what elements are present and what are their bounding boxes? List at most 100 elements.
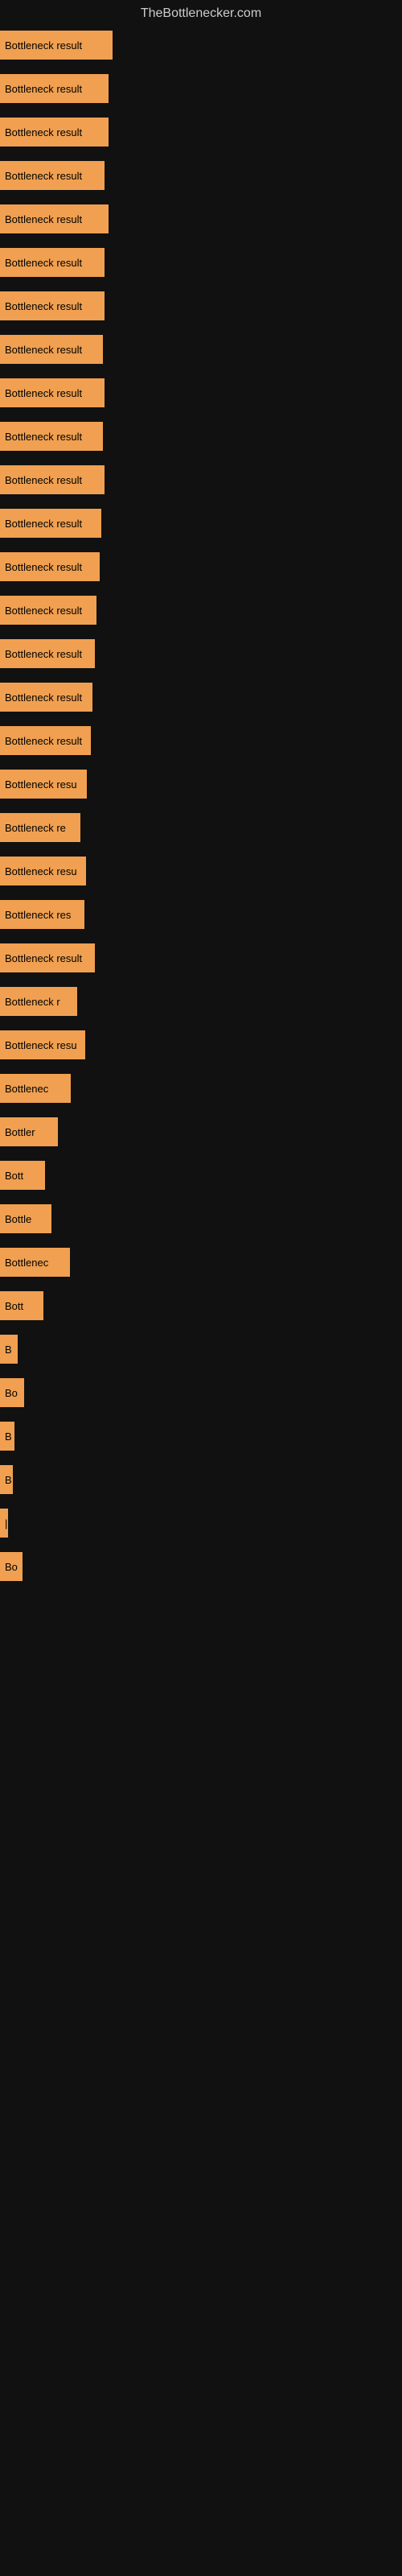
bar-row: Bott	[0, 1285, 402, 1327]
bar-row: Bottleneck result	[0, 242, 402, 283]
bottleneck-bar: Bottleneck result	[0, 683, 92, 712]
bar-label: Bott	[5, 1170, 23, 1182]
bottleneck-bar: Bottler	[0, 1117, 58, 1146]
bottleneck-bar: Bottlenec	[0, 1074, 71, 1103]
bottleneck-bar: Bottleneck result	[0, 596, 96, 625]
bar-row: Bottleneck result	[0, 155, 402, 196]
bar-row: B	[0, 1415, 402, 1457]
bottleneck-bar: Bottleneck resu	[0, 770, 87, 799]
bar-label: Bottleneck result	[5, 39, 82, 52]
bar-label: Bottleneck result	[5, 257, 82, 269]
bar-label: Bottleneck result	[5, 83, 82, 95]
bar-row: Bottleneck result	[0, 720, 402, 762]
bottleneck-bar: B	[0, 1422, 14, 1451]
bar-label: Bottleneck res	[5, 909, 71, 921]
bar-label: Bottler	[5, 1126, 35, 1138]
bottleneck-bar: Bottleneck r	[0, 987, 77, 1016]
bar-label: Bottleneck result	[5, 735, 82, 747]
bar-row: Bottleneck resu	[0, 763, 402, 805]
bottleneck-bar: Bottleneck result	[0, 509, 101, 538]
bar-label: Bottleneck result	[5, 170, 82, 182]
bottleneck-bar: Bottleneck re	[0, 813, 80, 842]
bottleneck-bar: |	[0, 1509, 8, 1538]
bar-label: Bo	[5, 1561, 18, 1573]
bottleneck-bar: Bottleneck result	[0, 378, 105, 407]
bottleneck-bar: Bo	[0, 1378, 24, 1407]
bar-row: Bottleneck result	[0, 589, 402, 631]
bar-row: Bottleneck res	[0, 894, 402, 935]
bar-label: Bottleneck result	[5, 648, 82, 660]
bar-label: Bottleneck result	[5, 605, 82, 617]
bottleneck-bar: Bottleneck result	[0, 161, 105, 190]
bar-row: Bo	[0, 1546, 402, 1587]
bar-row: Bottlenec	[0, 1067, 402, 1109]
bar-label: Bottle	[5, 1213, 31, 1225]
bottleneck-bar: Bottleneck result	[0, 639, 95, 668]
bottleneck-bar: Bottleneck result	[0, 726, 91, 755]
bar-label: Bottleneck result	[5, 561, 82, 573]
bar-label: Bottleneck resu	[5, 778, 77, 791]
bars-container: Bottleneck result Bottleneck result Bottle…	[0, 24, 402, 1587]
bottleneck-bar: Bottleneck result	[0, 248, 105, 277]
bar-label: Bottleneck result	[5, 431, 82, 443]
bar-label: Bottleneck result	[5, 952, 82, 964]
bottleneck-bar: Bottleneck resu	[0, 1030, 85, 1059]
bar-row: Bottle	[0, 1198, 402, 1240]
bar-label: Bottleneck result	[5, 300, 82, 312]
bottleneck-bar: Bottleneck resu	[0, 857, 86, 886]
bottleneck-bar: Bottleneck result	[0, 943, 95, 972]
bar-label: Bottleneck result	[5, 387, 82, 399]
bar-label: Bottleneck result	[5, 344, 82, 356]
bar-label: Bottleneck result	[5, 474, 82, 486]
bottleneck-bar: Bottleneck result	[0, 118, 109, 147]
bar-label: Bottleneck resu	[5, 1039, 77, 1051]
bar-row: Bottleneck result	[0, 415, 402, 457]
bar-label: Bottleneck result	[5, 126, 82, 138]
bar-row: Bottleneck re	[0, 807, 402, 848]
bottleneck-bar: B	[0, 1465, 13, 1494]
bar-label: B	[5, 1344, 12, 1356]
bar-label: Bottleneck result	[5, 691, 82, 704]
bar-row: Bottleneck result	[0, 676, 402, 718]
bottleneck-bar: Bo	[0, 1552, 23, 1581]
bottleneck-bar: Bottlenec	[0, 1248, 70, 1277]
bottleneck-bar: Bottleneck result	[0, 552, 100, 581]
bar-label: Bottleneck resu	[5, 865, 77, 877]
bar-label: Bottlenec	[5, 1257, 48, 1269]
bar-row: Bottleneck r	[0, 980, 402, 1022]
bar-label: Bott	[5, 1300, 23, 1312]
bottleneck-bar: Bottleneck result	[0, 335, 103, 364]
bottleneck-bar: B	[0, 1335, 18, 1364]
bar-row: Bottleneck result	[0, 24, 402, 66]
site-title: TheBottlenecker.com	[0, 0, 402, 24]
bar-row: Bott	[0, 1154, 402, 1196]
bottleneck-bar: Bottleneck result	[0, 74, 109, 103]
bar-label: Bottleneck result	[5, 213, 82, 225]
bar-row: Bottleneck result	[0, 546, 402, 588]
bar-row: |	[0, 1502, 402, 1544]
bar-row: Bottleneck result	[0, 372, 402, 414]
bar-row: B	[0, 1328, 402, 1370]
bar-row: Bottlenec	[0, 1241, 402, 1283]
bottleneck-bar: Bottleneck result	[0, 291, 105, 320]
bar-label: Bottleneck r	[5, 996, 60, 1008]
bar-row: Bottleneck resu	[0, 1024, 402, 1066]
bottleneck-bar: Bottle	[0, 1204, 51, 1233]
bar-row: Bottleneck result	[0, 633, 402, 675]
bar-label: Bo	[5, 1387, 18, 1399]
bar-row: Bottleneck result	[0, 937, 402, 979]
bar-row: B	[0, 1459, 402, 1501]
bar-row: Bottleneck result	[0, 285, 402, 327]
bottleneck-bar: Bottleneck result	[0, 31, 113, 60]
bar-row: Bottleneck result	[0, 328, 402, 370]
bar-row: Bottleneck result	[0, 198, 402, 240]
bar-row: Bottleneck result	[0, 68, 402, 109]
bar-row: Bo	[0, 1372, 402, 1414]
bar-row: Bottleneck result	[0, 502, 402, 544]
bar-label: Bottlenec	[5, 1083, 48, 1095]
bar-row: Bottleneck result	[0, 111, 402, 153]
bar-row: Bottleneck result	[0, 459, 402, 501]
bar-row: Bottler	[0, 1111, 402, 1153]
bottleneck-bar: Bottleneck result	[0, 422, 103, 451]
bottleneck-bar: Bott	[0, 1161, 45, 1190]
